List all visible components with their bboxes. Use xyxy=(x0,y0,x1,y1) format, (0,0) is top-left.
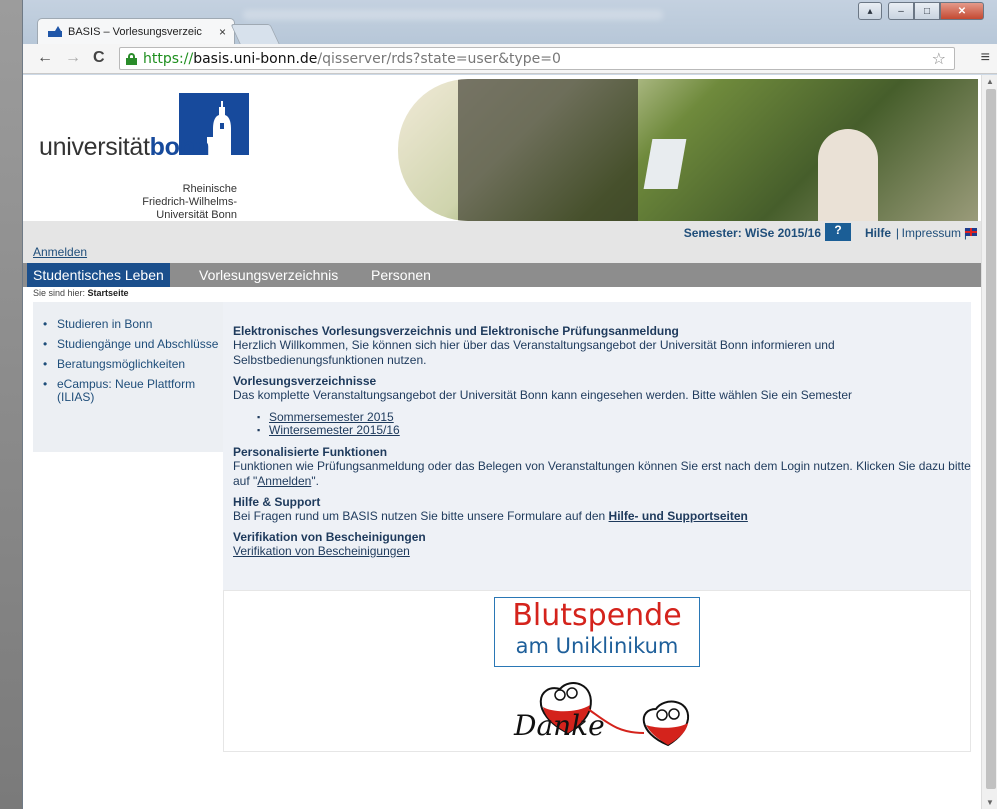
pers-heading: Personalisierte Funktionen xyxy=(233,445,388,459)
bookmark-star-icon[interactable]: ☆ xyxy=(932,49,946,68)
browser-menu-icon[interactable]: ≡ xyxy=(981,49,990,67)
breadcrumb: Sie sind hier: Startseite xyxy=(33,288,129,298)
header-photo xyxy=(398,79,978,221)
verif-heading: Verifikation von Bescheinigungen xyxy=(233,530,426,544)
minimize-button[interactable]: – xyxy=(888,2,914,20)
user-profile-icon[interactable]: ▴ xyxy=(858,2,882,20)
desktop-background xyxy=(0,0,22,809)
uk-flag-icon[interactable] xyxy=(965,228,977,236)
login-inline-link[interactable]: Anmelden xyxy=(257,474,311,488)
tab-close-icon[interactable]: × xyxy=(219,25,226,39)
reload-button[interactable]: C xyxy=(93,49,105,67)
danke-text: Danke xyxy=(514,709,605,742)
sidebar-item-beratung[interactable]: Beratungsmöglichkeiten xyxy=(43,358,223,372)
favicon-icon xyxy=(48,26,62,37)
help-icon[interactable]: ? xyxy=(825,223,851,241)
banner-line2: am Uniklinikum xyxy=(515,634,679,658)
university-logo[interactable]: universitätbonn Rheinische Friedrich-Wil… xyxy=(39,93,249,221)
maximize-button[interactable]: □ xyxy=(914,2,940,20)
menu-item-personen[interactable]: Personen xyxy=(365,263,437,287)
close-window-button[interactable]: ✕ xyxy=(940,2,984,20)
welcome-text: Herzlich Willkommen, Sie können sich hie… xyxy=(233,338,835,367)
semester-link-sose-2015[interactable]: Sommersemester 2015 xyxy=(269,410,394,424)
logo-wordmark: universitätbonn xyxy=(39,133,210,161)
main-menu: Studentisches Leben Vorlesungsverzeichni… xyxy=(23,263,981,287)
main-content: Elektronisches Vorlesungsverzeichnis und… xyxy=(223,302,971,590)
sidebar-item-ecampus[interactable]: eCampus: Neue Plattform (ILIAS) xyxy=(43,378,223,404)
sidebar-item-studieren[interactable]: Studieren in Bonn xyxy=(43,318,223,332)
support-link[interactable]: Hilfe- und Supportseiten xyxy=(609,509,748,523)
vertical-scrollbar[interactable]: ▲ ▼ xyxy=(981,75,997,809)
blood-donation-banner[interactable]: Blutspende am Uniklinikum Danke xyxy=(223,590,971,752)
breadcrumb-current[interactable]: Startseite xyxy=(88,288,129,298)
lock-icon xyxy=(126,52,137,65)
address-bar[interactable]: https://basis.uni-bonn.de/qisserver/rds?… xyxy=(119,47,955,70)
forward-button[interactable]: → xyxy=(65,49,81,67)
menu-item-studentisches-leben[interactable]: Studentisches Leben xyxy=(27,263,170,287)
vv-text: Das komplette Veranstaltungsangebot der … xyxy=(233,388,853,402)
browser-tab[interactable]: BASIS – Vorlesungsverzeic × xyxy=(37,18,235,44)
help-heading: Hilfe & Support xyxy=(233,495,321,509)
header-bar: Semester: WiSe 2015/16 | ? Hilfe | Impre… xyxy=(23,221,981,263)
browser-toolbar: ← → C https://basis.uni-bonn.de/qisserve… xyxy=(23,44,997,74)
pers-text: Funktionen wie Prüfungsanmeldung oder da… xyxy=(233,459,971,488)
browser-window: BASIS – Vorlesungsverzeic × ▴ – □ ✕ ← → … xyxy=(22,0,997,809)
semester-list: Sommersemester 2015 Wintersemester 2015/… xyxy=(257,410,971,438)
banner-line1: Blutspende xyxy=(512,598,682,633)
vv-heading: Vorlesungsverzeichnisse xyxy=(233,374,377,388)
page-title: Elektronisches Vorlesungsverzeichnis und… xyxy=(233,324,679,338)
scroll-down-icon[interactable]: ▼ xyxy=(986,798,994,807)
scroll-up-icon[interactable]: ▲ xyxy=(986,77,994,86)
window-controls: ▴ – □ ✕ xyxy=(858,2,984,20)
menu-item-vorlesungsverzeichnis[interactable]: Vorlesungsverzeichnis xyxy=(193,263,344,287)
impressum-link[interactable]: Impressum xyxy=(902,226,961,240)
help-link[interactable]: Hilfe xyxy=(865,226,891,240)
new-tab-button[interactable] xyxy=(230,24,280,44)
page-viewport: universitätbonn Rheinische Friedrich-Wil… xyxy=(23,75,981,809)
back-button[interactable]: ← xyxy=(37,49,53,67)
login-link[interactable]: Anmelden xyxy=(33,245,87,259)
help-text: Bei Fragen rund um BASIS nutzen Sie bitt… xyxy=(233,509,748,523)
semester-link-wise-2015[interactable]: Wintersemester 2015/16 xyxy=(269,423,400,437)
blutspende-box: Blutspende am Uniklinikum xyxy=(494,597,700,667)
verification-link[interactable]: Verifikation von Bescheinigungen xyxy=(233,544,410,558)
title-bar: BASIS – Vorlesungsverzeic × ▴ – □ ✕ xyxy=(23,0,997,44)
sidebar: Studieren in Bonn Studiengänge und Absch… xyxy=(33,302,223,452)
tab-title: BASIS – Vorlesungsverzeic xyxy=(68,25,202,38)
logo-subtitle: Rheinische Friedrich-Wilhelms- Universit… xyxy=(142,183,237,221)
sidebar-item-studiengaenge[interactable]: Studiengänge und Abschlüsse xyxy=(43,338,223,352)
scroll-thumb[interactable] xyxy=(986,89,996,789)
semester-label[interactable]: Semester: WiSe 2015/16 xyxy=(684,226,821,240)
